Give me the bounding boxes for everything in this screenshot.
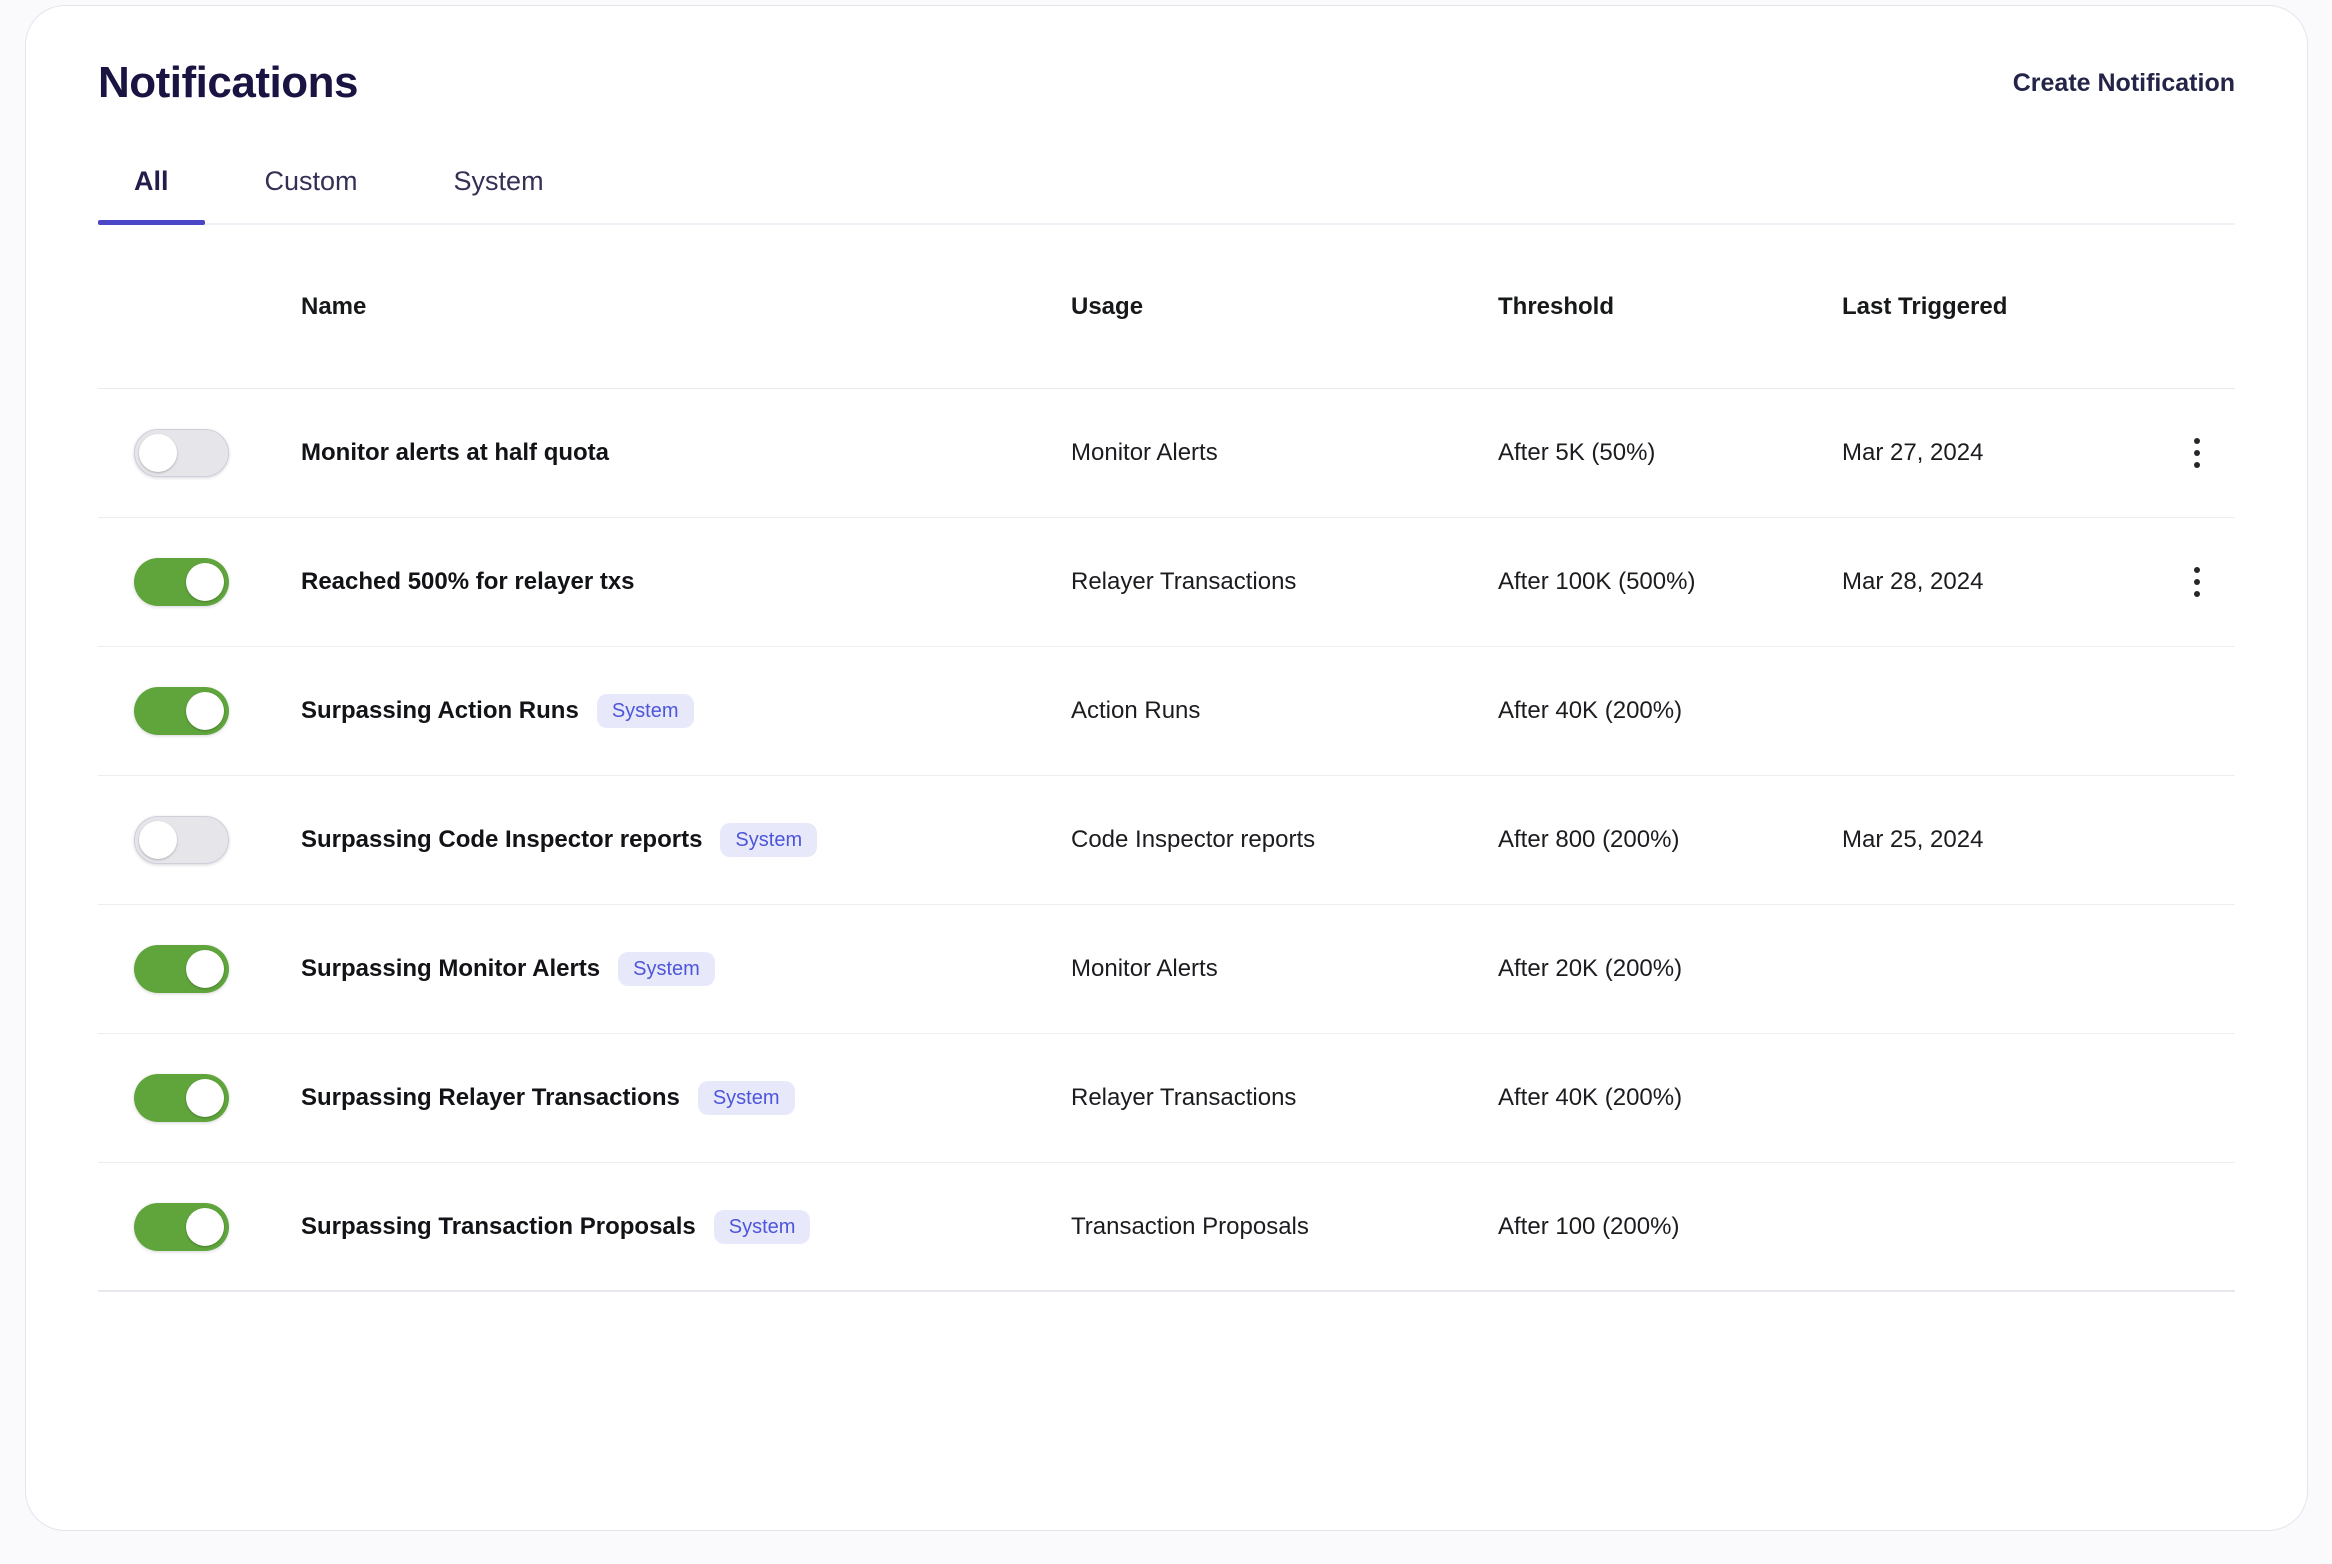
usage-cell: Relayer Transactions bbox=[1071, 568, 1498, 596]
table-header-row: Name Usage Threshold Last Triggered bbox=[98, 225, 2235, 389]
notification-name: Surpassing Monitor Alerts bbox=[301, 955, 600, 983]
threshold-cell: After 20K (200%) bbox=[1498, 955, 1842, 983]
table-row: Reached 500% for relayer txs Relayer Tra… bbox=[98, 518, 2235, 647]
notifications-table: Name Usage Threshold Last Triggered Moni… bbox=[98, 225, 2235, 1292]
header-threshold: Threshold bbox=[1498, 293, 1842, 321]
notification-name: Surpassing Relayer Transactions bbox=[301, 1084, 680, 1112]
notifications-card: Notifications Create Notification All Cu… bbox=[25, 5, 2308, 1531]
toggle-knob bbox=[186, 950, 224, 988]
table-row: Surpassing Transaction Proposals System … bbox=[98, 1163, 2235, 1292]
toggle-knob bbox=[186, 692, 224, 730]
tab-all[interactable]: All bbox=[98, 166, 205, 223]
threshold-cell: After 800 (200%) bbox=[1498, 826, 1842, 854]
table-row: Monitor alerts at half quota Monitor Ale… bbox=[98, 389, 2235, 518]
threshold-cell: After 5K (50%) bbox=[1498, 439, 1842, 467]
last-triggered-cell: Mar 25, 2024 bbox=[1842, 826, 2175, 854]
toggle-knob bbox=[139, 434, 177, 472]
usage-cell: Monitor Alerts bbox=[1071, 439, 1498, 467]
tab-custom[interactable]: Custom bbox=[229, 166, 394, 223]
usage-cell: Monitor Alerts bbox=[1071, 955, 1498, 983]
notification-toggle[interactable] bbox=[134, 1074, 229, 1122]
notification-name: Surpassing Action Runs bbox=[301, 697, 579, 725]
toggle-knob bbox=[139, 821, 177, 859]
toggle-knob bbox=[186, 1208, 224, 1246]
notification-toggle[interactable] bbox=[134, 1203, 229, 1251]
row-menu-kebab-icon[interactable] bbox=[2175, 559, 2219, 605]
usage-cell: Action Runs bbox=[1071, 697, 1498, 725]
table-row: Surpassing Monitor Alerts System Monitor… bbox=[98, 905, 2235, 1034]
system-badge: System bbox=[597, 694, 694, 728]
usage-cell: Code Inspector reports bbox=[1071, 826, 1498, 854]
table-row: Surpassing Relayer Transactions System R… bbox=[98, 1034, 2235, 1163]
threshold-cell: After 40K (200%) bbox=[1498, 1084, 1842, 1112]
usage-cell: Transaction Proposals bbox=[1071, 1213, 1498, 1241]
tab-list: All Custom System bbox=[98, 166, 2235, 225]
notification-name: Surpassing Code Inspector reports bbox=[301, 826, 702, 854]
header-last-triggered: Last Triggered bbox=[1842, 293, 2175, 321]
header-name: Name bbox=[301, 293, 1071, 321]
system-badge: System bbox=[698, 1081, 795, 1115]
last-triggered-cell: Mar 27, 2024 bbox=[1842, 439, 2175, 467]
threshold-cell: After 40K (200%) bbox=[1498, 697, 1842, 725]
notification-toggle[interactable] bbox=[134, 429, 229, 477]
threshold-cell: After 100K (500%) bbox=[1498, 568, 1842, 596]
table-row: Surpassing Action Runs System Action Run… bbox=[98, 647, 2235, 776]
toggle-knob bbox=[186, 563, 224, 601]
table-row: Surpassing Code Inspector reports System… bbox=[98, 776, 2235, 905]
notification-name: Reached 500% for relayer txs bbox=[301, 568, 635, 596]
notification-name: Surpassing Transaction Proposals bbox=[301, 1213, 696, 1241]
card-header: Notifications Create Notification bbox=[98, 6, 2235, 108]
page-title: Notifications bbox=[98, 58, 358, 108]
header-usage: Usage bbox=[1071, 293, 1498, 321]
notification-name: Monitor alerts at half quota bbox=[301, 439, 609, 467]
create-notification-button[interactable]: Create Notification bbox=[2013, 69, 2235, 98]
toggle-knob bbox=[186, 1079, 224, 1117]
notification-toggle[interactable] bbox=[134, 687, 229, 735]
tab-system[interactable]: System bbox=[418, 166, 580, 223]
system-badge: System bbox=[720, 823, 817, 857]
threshold-cell: After 100 (200%) bbox=[1498, 1213, 1842, 1241]
last-triggered-cell: Mar 28, 2024 bbox=[1842, 568, 2175, 596]
notification-toggle[interactable] bbox=[134, 558, 229, 606]
system-badge: System bbox=[714, 1210, 811, 1244]
notification-toggle[interactable] bbox=[134, 816, 229, 864]
usage-cell: Relayer Transactions bbox=[1071, 1084, 1498, 1112]
notification-toggle[interactable] bbox=[134, 945, 229, 993]
row-menu-kebab-icon[interactable] bbox=[2175, 430, 2219, 476]
system-badge: System bbox=[618, 952, 715, 986]
